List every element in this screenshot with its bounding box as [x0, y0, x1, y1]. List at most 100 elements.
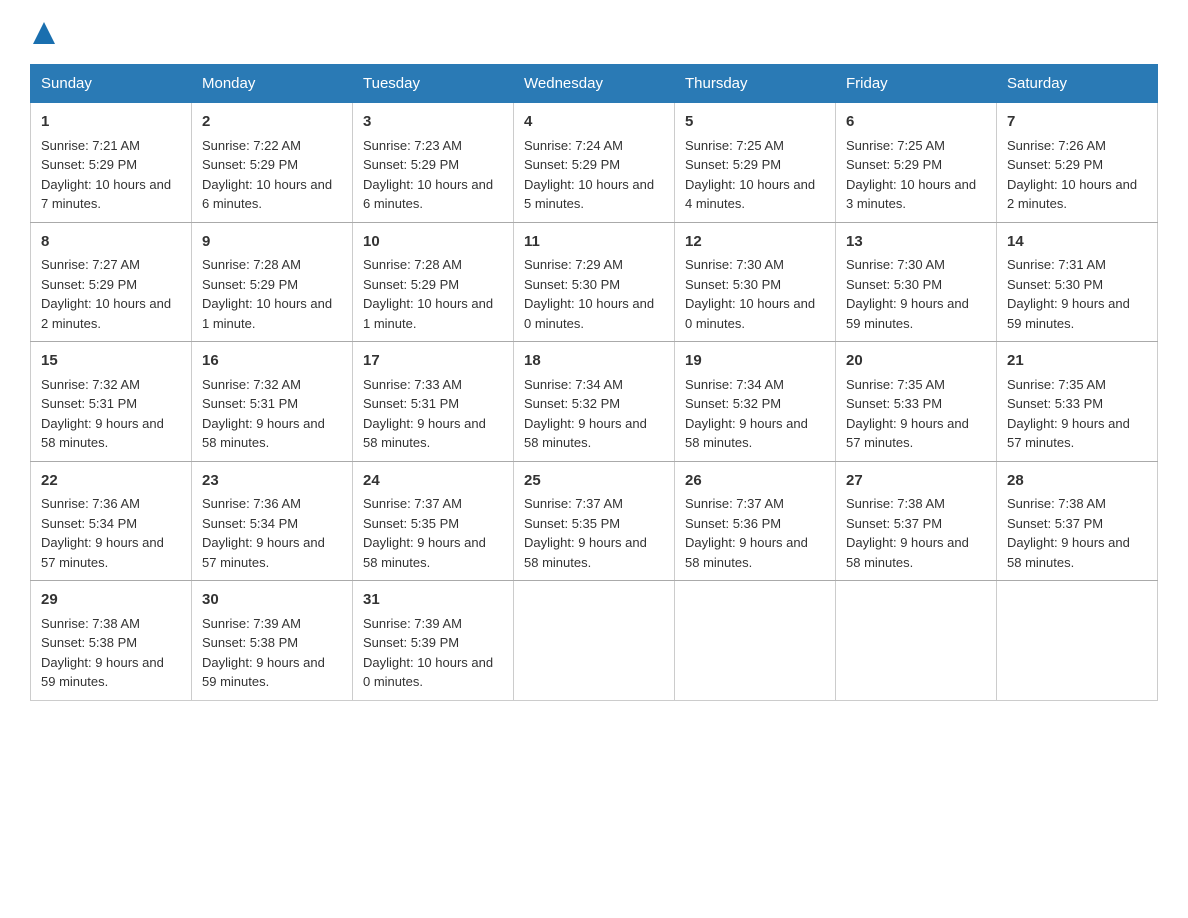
daylight-text: Daylight: 10 hours and 1 minute. — [202, 296, 332, 331]
daylight-text: Daylight: 10 hours and 2 minutes. — [1007, 177, 1137, 212]
day-number: 13 — [846, 231, 986, 254]
daylight-text: Daylight: 10 hours and 7 minutes. — [41, 177, 171, 212]
day-number: 25 — [524, 470, 664, 493]
calendar-cell: 19Sunrise: 7:34 AMSunset: 5:32 PMDayligh… — [675, 342, 836, 462]
calendar-cell — [997, 581, 1158, 701]
day-number: 17 — [363, 350, 503, 373]
daylight-text: Daylight: 9 hours and 57 minutes. — [202, 535, 325, 570]
day-header-saturday: Saturday — [997, 65, 1158, 103]
sunrise-text: Sunrise: 7:31 AM — [1007, 257, 1106, 272]
sunrise-text: Sunrise: 7:37 AM — [363, 496, 462, 511]
daylight-text: Daylight: 10 hours and 2 minutes. — [41, 296, 171, 331]
day-header-monday: Monday — [192, 65, 353, 103]
day-number: 22 — [41, 470, 181, 493]
sunset-text: Sunset: 5:37 PM — [846, 516, 942, 531]
calendar-cell — [836, 581, 997, 701]
day-number: 12 — [685, 231, 825, 254]
sunrise-text: Sunrise: 7:37 AM — [524, 496, 623, 511]
calendar-cell — [675, 581, 836, 701]
calendar-cell: 28Sunrise: 7:38 AMSunset: 5:37 PMDayligh… — [997, 461, 1158, 581]
sunset-text: Sunset: 5:38 PM — [41, 635, 137, 650]
calendar-cell: 8 Sunrise: 7:27 AM Sunset: 5:29 PM Daylight… — [31, 222, 192, 342]
sunrise-text: Sunrise: 7:27 AM — [41, 257, 140, 272]
calendar-cell: 27Sunrise: 7:38 AMSunset: 5:37 PMDayligh… — [836, 461, 997, 581]
daylight-text: Daylight: 9 hours and 58 minutes. — [846, 535, 969, 570]
daylight-text: Daylight: 9 hours and 57 minutes. — [846, 416, 969, 451]
daylight-text: Daylight: 9 hours and 58 minutes. — [524, 535, 647, 570]
daylight-text: Daylight: 9 hours and 58 minutes. — [363, 416, 486, 451]
daylight-text: Daylight: 9 hours and 58 minutes. — [524, 416, 647, 451]
day-number: 3 — [363, 111, 503, 134]
sunset-text: Sunset: 5:29 PM — [202, 157, 298, 172]
sunset-text: Sunset: 5:30 PM — [1007, 277, 1103, 292]
day-number: 23 — [202, 470, 342, 493]
sunrise-text: Sunrise: 7:35 AM — [846, 377, 945, 392]
calendar-cell: 25 Sunrise: 7:37 AM Sunset: 5:35 PM Dayligh… — [514, 461, 675, 581]
day-header-wednesday: Wednesday — [514, 65, 675, 103]
daylight-text: Daylight: 9 hours and 59 minutes. — [1007, 296, 1130, 331]
sunset-text: Sunset: 5:31 PM — [202, 396, 298, 411]
sunset-text: Sunset: 5:35 PM — [524, 516, 620, 531]
sunset-text: Sunset: 5:29 PM — [202, 277, 298, 292]
daylight-text: Daylight: 9 hours and 59 minutes. — [202, 655, 325, 690]
calendar-cell: 18Sunrise: 7:34 AMSunset: 5:32 PMDayligh… — [514, 342, 675, 462]
sunrise-text: Sunrise: 7:28 AM — [363, 257, 462, 272]
daylight-text: Daylight: 9 hours and 58 minutes. — [202, 416, 325, 451]
sunset-text: Sunset: 5:29 PM — [1007, 157, 1103, 172]
sunset-text: Sunset: 5:29 PM — [846, 157, 942, 172]
sunset-text: Sunset: 5:29 PM — [41, 277, 137, 292]
daylight-text: Daylight: 10 hours and 1 minute. — [363, 296, 493, 331]
sunset-text: Sunset: 5:37 PM — [1007, 516, 1103, 531]
daylight-text: Daylight: 10 hours and 6 minutes. — [363, 177, 493, 212]
day-number: 9 — [202, 231, 342, 254]
calendar-cell: 5Sunrise: 7:25 AMSunset: 5:29 PMDaylight… — [675, 103, 836, 223]
day-number: 8 — [41, 231, 181, 254]
day-number: 27 — [846, 470, 986, 493]
day-number: 1 — [41, 111, 181, 134]
daylight-text: Daylight: 9 hours and 58 minutes. — [41, 416, 164, 451]
week-row-3: 15 Sunrise: 7:32 AM Sunset: 5:31 PM Dayligh… — [31, 342, 1158, 462]
calendar-cell: 23Sunrise: 7:36 AMSunset: 5:34 PMDayligh… — [192, 461, 353, 581]
sunrise-text: Sunrise: 7:35 AM — [1007, 377, 1106, 392]
logo-triangle-icon — [33, 22, 55, 44]
day-number: 24 — [363, 470, 503, 493]
calendar-cell: 2Sunrise: 7:22 AMSunset: 5:29 PMDaylight… — [192, 103, 353, 223]
sunset-text: Sunset: 5:29 PM — [363, 157, 459, 172]
sunset-text: Sunset: 5:29 PM — [685, 157, 781, 172]
daylight-text: Daylight: 9 hours and 58 minutes. — [685, 535, 808, 570]
logo — [30, 20, 55, 44]
sunrise-text: Sunrise: 7:39 AM — [363, 616, 462, 631]
sunset-text: Sunset: 5:31 PM — [41, 396, 137, 411]
sunset-text: Sunset: 5:30 PM — [685, 277, 781, 292]
sunrise-text: Sunrise: 7:32 AM — [202, 377, 301, 392]
day-header-friday: Friday — [836, 65, 997, 103]
calendar-cell — [514, 581, 675, 701]
day-number: 16 — [202, 350, 342, 373]
sunset-text: Sunset: 5:29 PM — [363, 277, 459, 292]
calendar-cell: 1Sunrise: 7:21 AMSunset: 5:29 PMDaylight… — [31, 103, 192, 223]
sunset-text: Sunset: 5:30 PM — [524, 277, 620, 292]
daylight-text: Daylight: 9 hours and 57 minutes. — [41, 535, 164, 570]
calendar-cell: 14Sunrise: 7:31 AMSunset: 5:30 PMDayligh… — [997, 222, 1158, 342]
day-number: 15 — [41, 350, 181, 373]
calendar-cell: 29Sunrise: 7:38 AMSunset: 5:38 PMDayligh… — [31, 581, 192, 701]
calendar-cell: 3Sunrise: 7:23 AMSunset: 5:29 PMDaylight… — [353, 103, 514, 223]
sunset-text: Sunset: 5:35 PM — [363, 516, 459, 531]
daylight-text: Daylight: 9 hours and 58 minutes. — [363, 535, 486, 570]
sunrise-text: Sunrise: 7:39 AM — [202, 616, 301, 631]
sunrise-text: Sunrise: 7:25 AM — [846, 138, 945, 153]
week-row-5: 29Sunrise: 7:38 AMSunset: 5:38 PMDayligh… — [31, 581, 1158, 701]
calendar-cell: 15Sunrise: 7:32 AMSunset: 5:31 PMDayligh… — [31, 342, 192, 462]
sunset-text: Sunset: 5:34 PM — [41, 516, 137, 531]
sunrise-text: Sunrise: 7:24 AM — [524, 138, 623, 153]
day-header-sunday: Sunday — [31, 65, 192, 103]
day-number: 5 — [685, 111, 825, 134]
day-number: 19 — [685, 350, 825, 373]
sunrise-text: Sunrise: 7:30 AM — [685, 257, 784, 272]
day-number: 18 — [524, 350, 664, 373]
calendar-cell: 12Sunrise: 7:30 AMSunset: 5:30 PMDayligh… — [675, 222, 836, 342]
week-row-1: 1Sunrise: 7:21 AMSunset: 5:29 PMDaylight… — [31, 103, 1158, 223]
week-row-4: 22Sunrise: 7:36 AMSunset: 5:34 PMDayligh… — [31, 461, 1158, 581]
daylight-text: Daylight: 9 hours and 58 minutes. — [1007, 535, 1130, 570]
day-number: 30 — [202, 589, 342, 612]
